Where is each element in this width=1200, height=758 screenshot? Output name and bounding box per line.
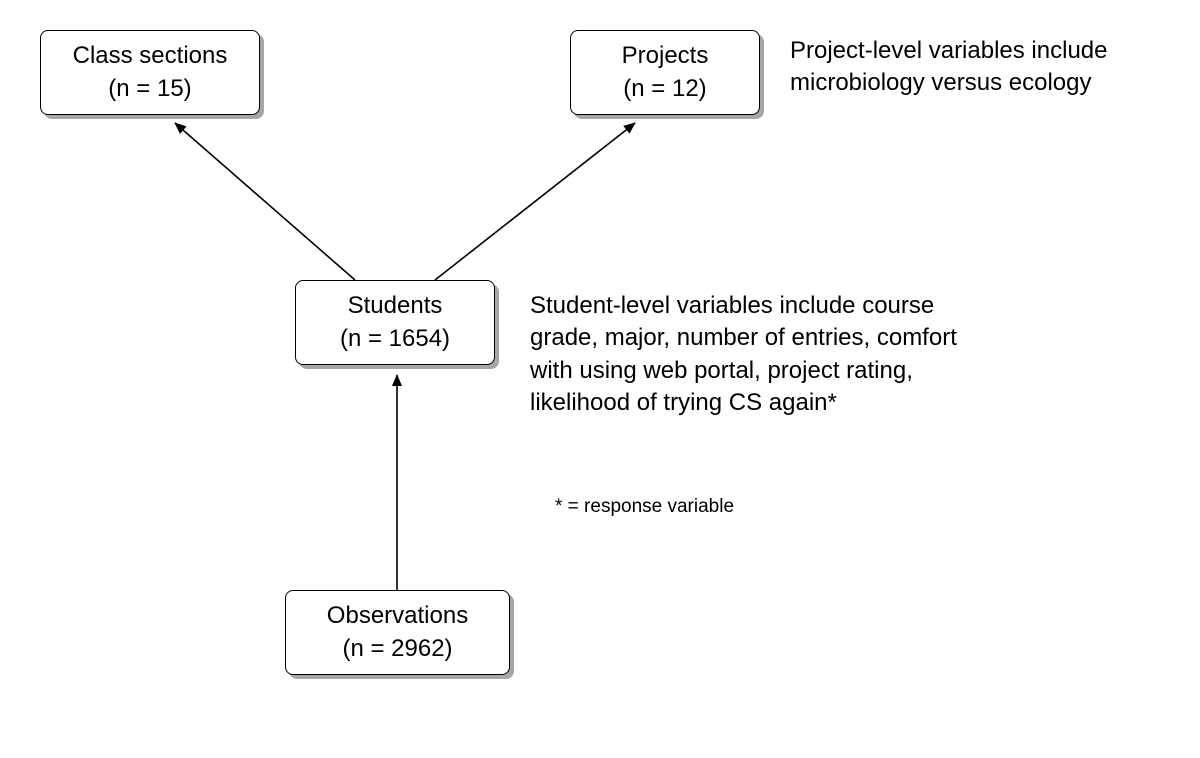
diagram-canvas: Class sections (n = 15) Projects (n = 12… [0, 0, 1200, 758]
arrow-students-to-projects [435, 123, 635, 280]
node-projects: Projects (n = 12) [570, 30, 760, 115]
node-title: Observations [327, 600, 468, 632]
node-observations: Observations (n = 2962) [285, 590, 510, 675]
node-title: Students [348, 290, 443, 322]
annotation-student-level: Student-level variables include course g… [530, 290, 990, 420]
node-title: Projects [622, 40, 709, 72]
node-class-sections: Class sections (n = 15) [40, 30, 260, 115]
node-students: Students (n = 1654) [295, 280, 495, 365]
node-title: Class sections [73, 40, 228, 72]
arrow-students-to-class-sections [175, 123, 355, 280]
node-count: (n = 12) [623, 73, 706, 105]
node-count: (n = 1654) [340, 323, 450, 355]
annotation-project-level: Project-level variables include microbio… [790, 35, 1185, 100]
annotation-footnote: * = response variable [555, 495, 734, 520]
node-count: (n = 15) [108, 73, 191, 105]
node-count: (n = 2962) [342, 633, 452, 665]
